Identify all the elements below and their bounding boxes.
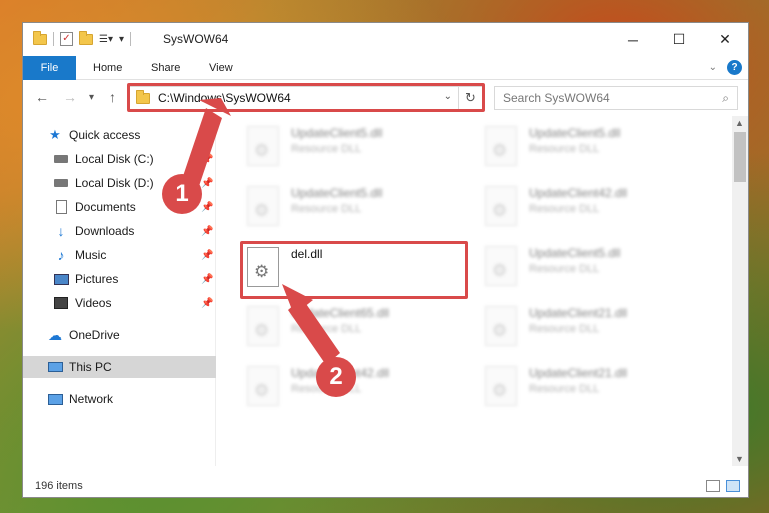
callout-arrows: [180, 98, 340, 365]
step-1-badge: 1: [162, 174, 202, 214]
step-2-badge: 2: [316, 357, 356, 397]
arrow-1-head: [199, 98, 231, 116]
